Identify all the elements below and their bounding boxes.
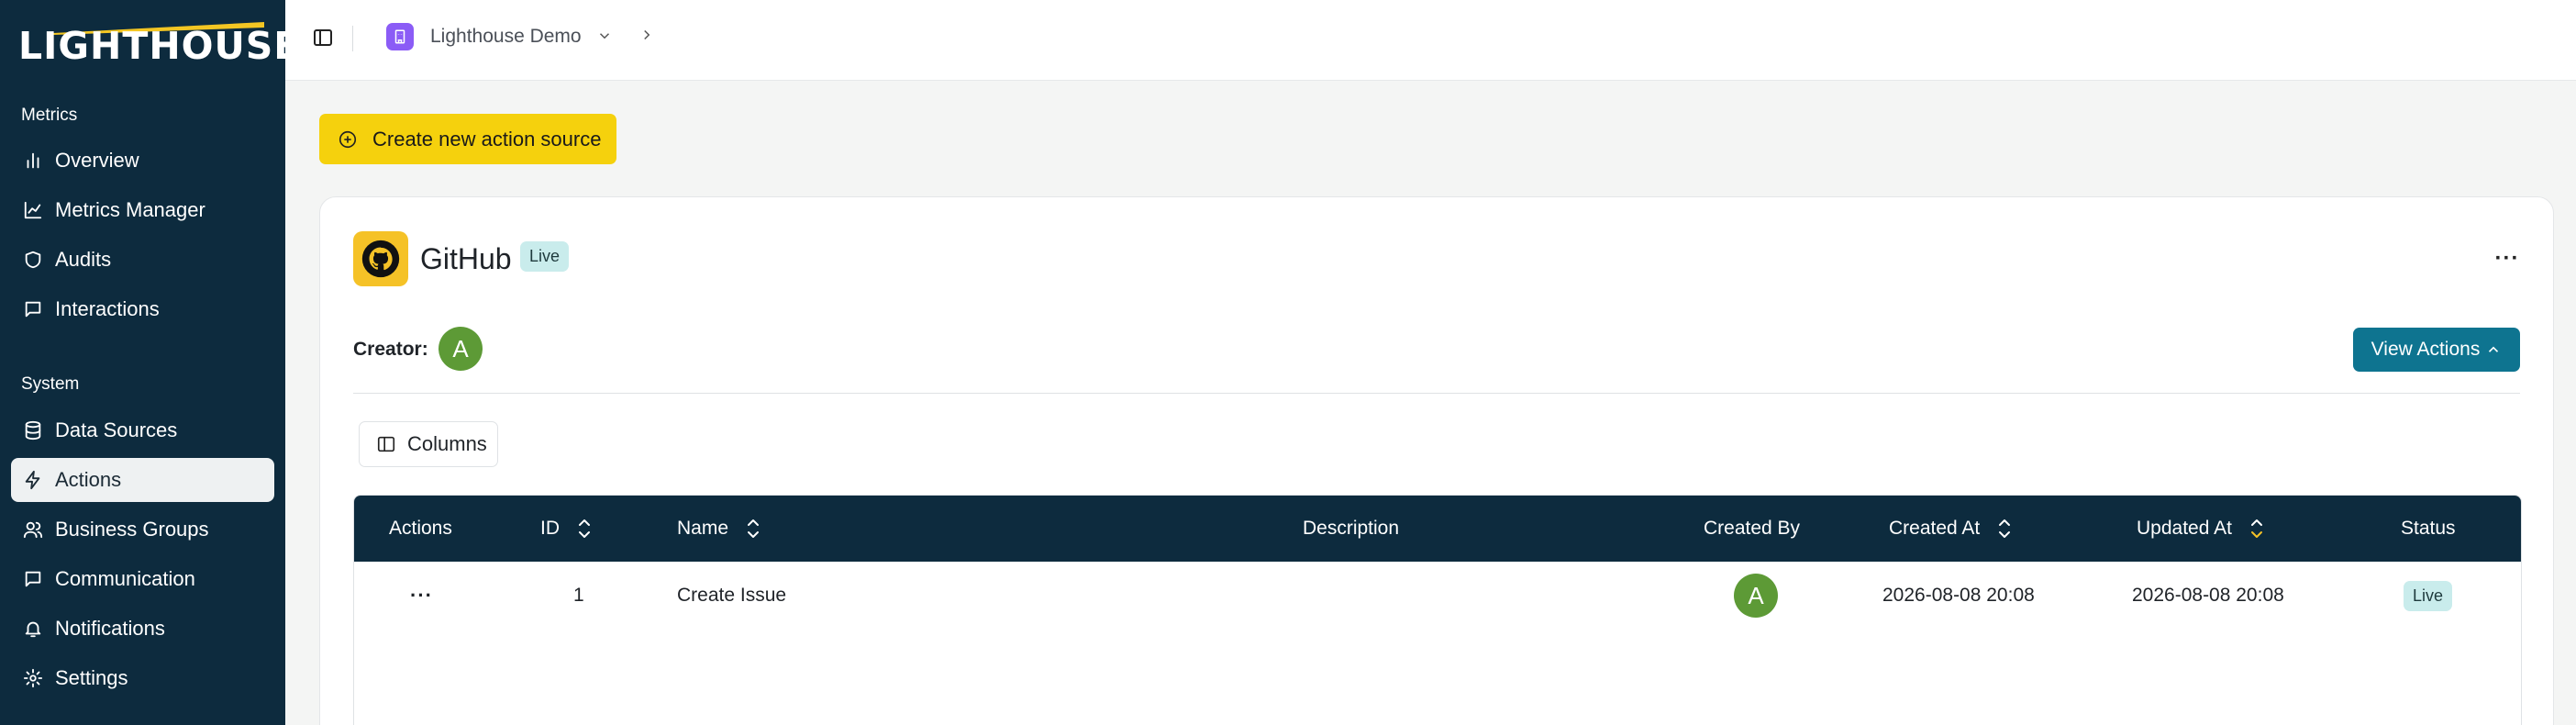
topbar: Lighthouse Demo — [285, 0, 2576, 81]
creator-avatar: A — [439, 327, 483, 371]
sidebar-toggle-button[interactable] — [309, 24, 337, 51]
sidebar-item-metrics-manager[interactable]: Metrics Manager — [11, 188, 274, 232]
table-row: ··· 1 Create Issue A 2026-08-08 20:08 20… — [354, 562, 2521, 630]
header-name[interactable]: Name — [677, 496, 761, 562]
sidebar-item-label: Audits — [55, 248, 112, 271]
status-badge: Live — [2404, 580, 2453, 611]
sidebar-item-label: Overview — [55, 149, 139, 172]
sort-icon — [1996, 516, 2013, 541]
header-created-at[interactable]: Created At — [1889, 496, 2013, 562]
logo-text: LIGHTHOUSE — [18, 24, 301, 68]
sidebar-item-interactions[interactable]: Interactions — [11, 287, 274, 331]
more-options-button[interactable]: ··· — [2489, 245, 2526, 273]
panel-left-icon — [314, 29, 332, 46]
github-icon — [353, 231, 408, 286]
line-chart-icon — [22, 199, 44, 221]
sidebar-item-audits[interactable]: Audits — [11, 238, 274, 282]
cell-name: Create Issue — [677, 585, 787, 606]
header-updated-at[interactable]: Updated At — [2137, 496, 2265, 562]
users-icon — [22, 519, 44, 541]
cell-created-at: 2026-08-08 20:08 — [1882, 585, 2035, 606]
sidebar-item-label: Notifications — [55, 617, 165, 640]
create-button-label: Create new action source — [372, 127, 602, 151]
card-title: GitHub — [420, 242, 512, 275]
header-name-label: Name — [677, 518, 729, 539]
topbar-divider — [352, 26, 353, 51]
status-badge: Live — [520, 241, 570, 272]
view-actions-button[interactable]: View Actions — [2353, 328, 2520, 372]
action-source-card: GitHub Live ··· Creator: A View Actions … — [319, 196, 2554, 725]
sidebar-item-label: Interactions — [55, 297, 160, 320]
creator-label: Creator: — [353, 339, 428, 360]
sidebar-item-data-sources[interactable]: Data Sources — [11, 408, 274, 452]
sidebar-section-metrics: Metrics — [21, 106, 78, 125]
building-icon — [386, 23, 414, 50]
sidebar-item-label: Settings — [55, 666, 128, 689]
sidebar-section-system: System — [21, 374, 80, 394]
bell-icon — [22, 618, 44, 640]
columns-icon — [377, 436, 395, 452]
sidebar-item-label: Business Groups — [55, 518, 209, 541]
card-divider — [353, 393, 2520, 394]
sidebar-item-label: Data Sources — [55, 418, 178, 441]
actions-table: Actions ID Name Description Created By C… — [353, 495, 2522, 725]
shield-icon — [22, 249, 44, 271]
view-actions-label: View Actions — [2371, 339, 2481, 360]
sidebar-item-label: Communication — [55, 567, 195, 590]
sort-desc-icon — [2248, 516, 2265, 541]
zap-icon — [22, 469, 44, 491]
row-actions-button[interactable]: ··· — [410, 562, 433, 630]
message-icon — [22, 298, 44, 320]
header-created-at-label: Created At — [1889, 518, 1981, 539]
avatar: A — [1734, 574, 1778, 618]
chevron-up-icon — [2489, 346, 2499, 352]
bar-chart-icon — [22, 150, 44, 172]
sidebar-item-label: Metrics Manager — [55, 198, 205, 221]
columns-label: Columns — [407, 432, 487, 455]
project-name: Lighthouse Demo — [430, 26, 582, 47]
columns-button[interactable]: Columns — [359, 421, 498, 467]
sidebar-item-communication[interactable]: Communication — [11, 557, 274, 601]
sort-icon — [745, 516, 761, 541]
sidebar-item-notifications[interactable]: Notifications — [11, 607, 274, 651]
sort-icon — [576, 516, 593, 541]
plus-circle-icon — [339, 130, 357, 148]
table-header: Actions ID Name Description Created By C… — [354, 496, 2521, 562]
database-icon — [22, 419, 44, 441]
message-icon — [22, 568, 44, 590]
sidebar-item-overview[interactable]: Overview — [11, 139, 274, 183]
sidebar-item-actions[interactable]: Actions — [11, 458, 274, 502]
project-switcher[interactable]: Lighthouse Demo — [386, 20, 615, 53]
header-actions: Actions — [389, 518, 452, 539]
sidebar-item-business-groups[interactable]: Business Groups — [11, 508, 274, 552]
chevron-right-icon[interactable] — [638, 27, 659, 47]
create-action-source-button[interactable]: Create new action source — [319, 114, 616, 164]
cell-id: 1 — [573, 585, 584, 606]
sidebar: LIGHTHOUSE Metrics Overview Metrics Mana… — [0, 0, 299, 725]
header-updated-at-label: Updated At — [2137, 518, 2232, 539]
header-description: Description — [1303, 518, 1400, 539]
header-id[interactable]: ID — [540, 496, 593, 562]
sidebar-item-label: Actions — [55, 468, 122, 491]
gear-icon — [22, 667, 44, 689]
cell-status: Live — [2404, 562, 2453, 630]
cell-updated-at: 2026-08-08 20:08 — [2132, 585, 2284, 606]
header-status: Status — [2401, 518, 2456, 539]
header-id-label: ID — [540, 518, 560, 539]
lighthouse-logo[interactable]: LIGHTHOUSE — [18, 13, 299, 68]
header-created-by: Created By — [1704, 518, 1801, 539]
sidebar-item-settings[interactable]: Settings — [11, 656, 274, 700]
cell-created-by: A — [1734, 562, 1778, 630]
chevron-down-icon — [596, 28, 615, 46]
